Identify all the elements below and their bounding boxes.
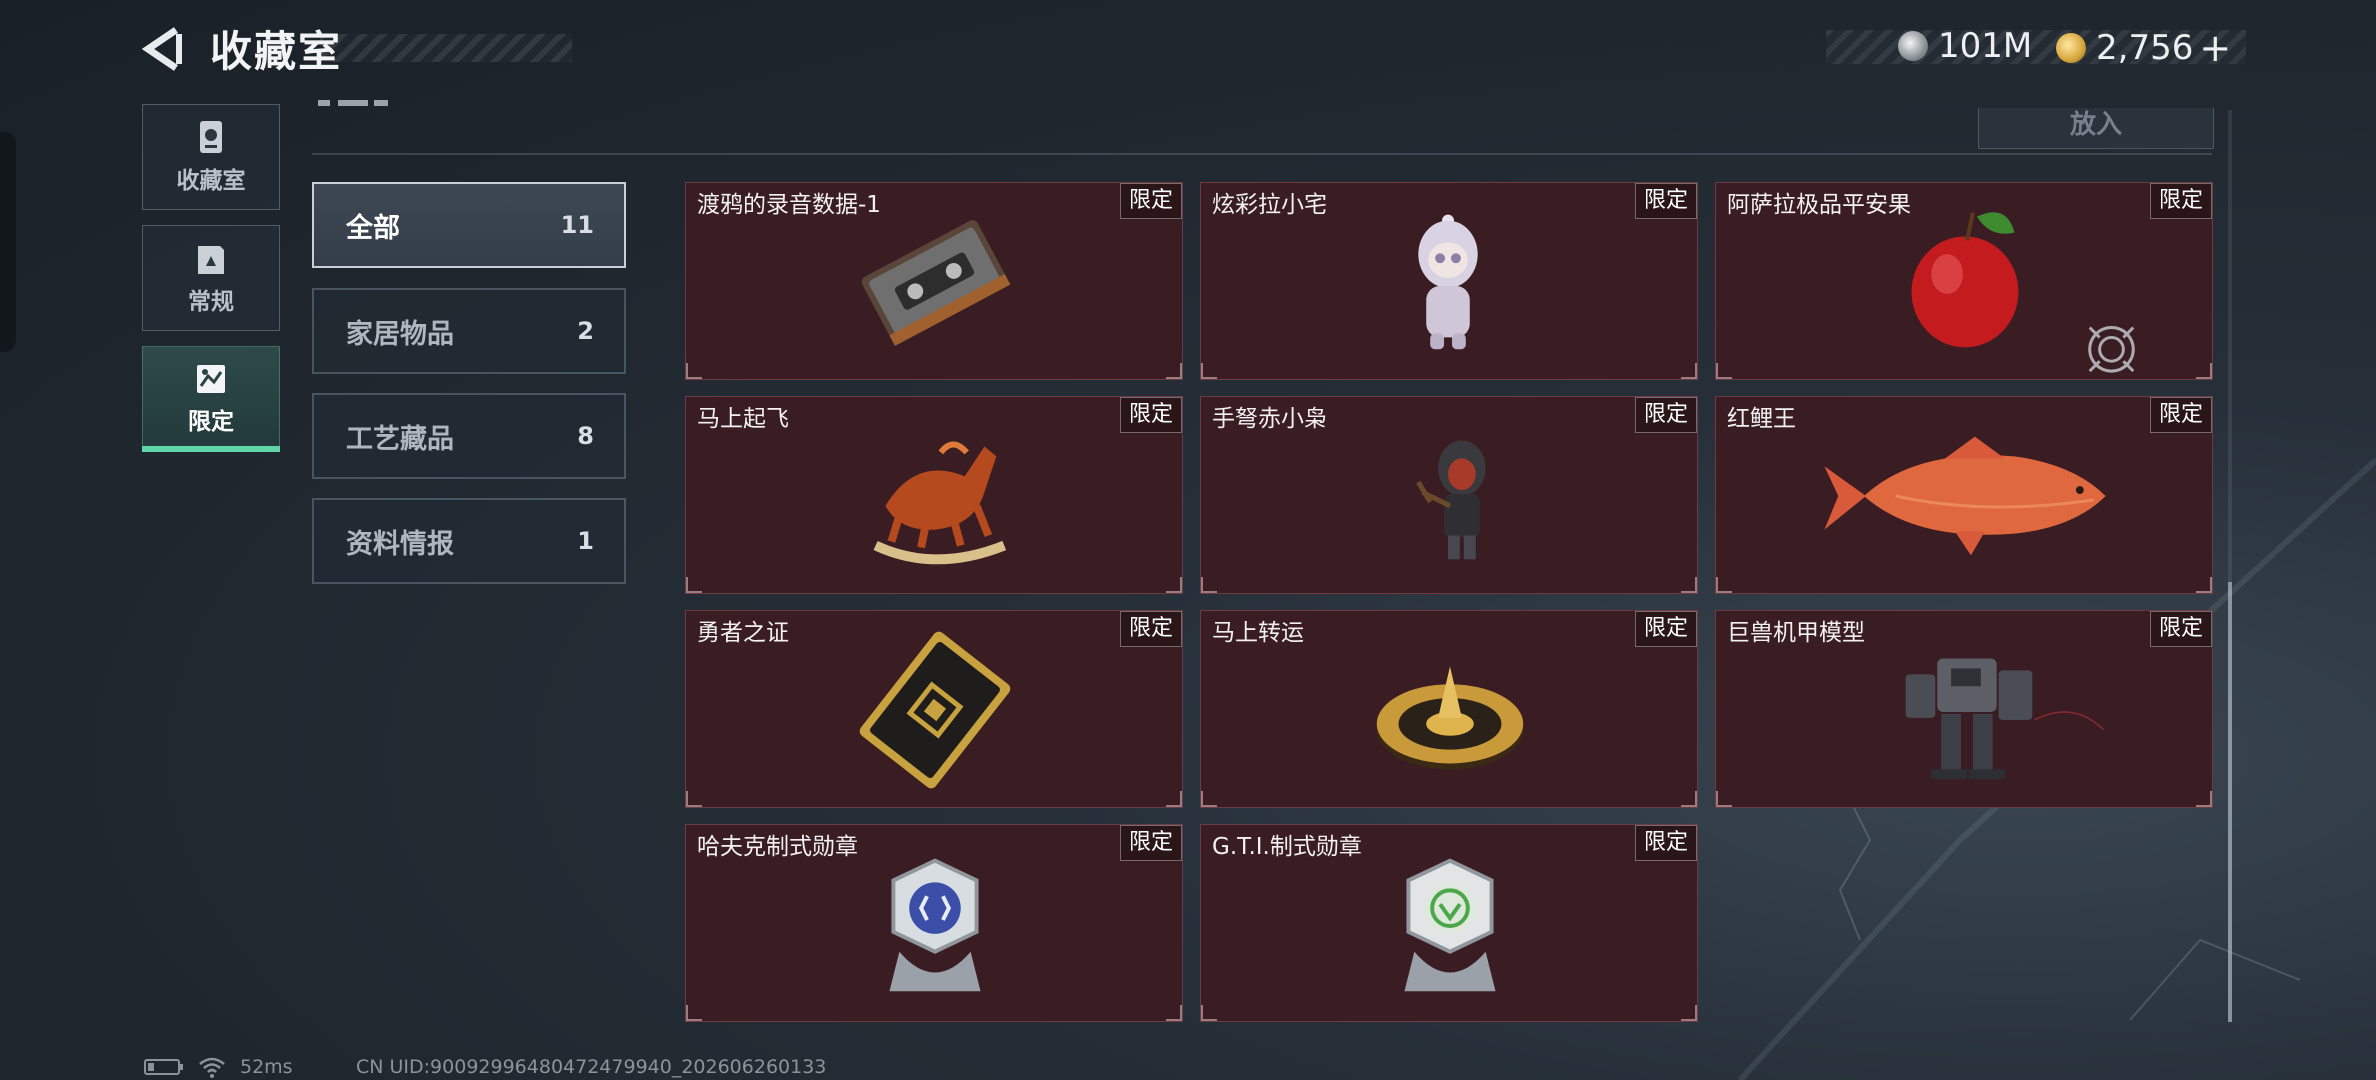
category-count: 1 (577, 527, 594, 555)
collection-item-card[interactable]: 阿萨拉极品平安果 限定 (1715, 182, 2213, 380)
category-intel[interactable]: 资料情报 1 (312, 498, 626, 584)
currency-silver: 101M (1898, 26, 2032, 66)
corner-mark (686, 1005, 702, 1021)
limited-badge: 限定 (1634, 611, 1697, 647)
title-decoration (320, 34, 572, 62)
category-name: 全部 (346, 212, 400, 244)
limited-badge: 限定 (1634, 825, 1697, 861)
rail-tab-limited[interactable]: 限定 (142, 346, 280, 452)
put-in-button[interactable]: 放入 (1978, 108, 2214, 149)
category-name: 工艺藏品 (346, 423, 454, 455)
back-arrow-icon (141, 27, 182, 71)
collection-item-card[interactable]: 马上转运 限定 (1200, 610, 1698, 808)
limited-picture-icon (197, 365, 225, 393)
limited-badge: 限定 (1119, 397, 1182, 433)
battery-icon (144, 1059, 183, 1075)
currency-gold-value: 2,756 (2096, 28, 2194, 68)
regular-book-icon (198, 246, 224, 274)
page-title: 收藏室 (210, 27, 343, 76)
corner-mark (1201, 363, 1217, 379)
item-name: G.T.I.制式勋章 (1212, 834, 1362, 860)
gold-coin-icon (2056, 33, 2086, 63)
category-furniture[interactable]: 家居物品 2 (312, 288, 626, 374)
collection-item-card[interactable]: 渡鸦的录音数据-1 限定 (685, 182, 1183, 380)
collection-item-card[interactable]: 马上起飞 限定 (685, 396, 1183, 594)
rail-tab-label: 收藏室 (176, 168, 246, 194)
edge-handle (0, 132, 16, 352)
collection-item-card[interactable]: 手弩赤小枭 限定 (1200, 396, 1698, 594)
corner-mark (1716, 363, 1732, 379)
corner-mark (1681, 1005, 1697, 1021)
item-name: 马上起飞 (697, 406, 789, 432)
corner-mark (1201, 1005, 1217, 1021)
item-name: 巨兽机甲模型 (1727, 620, 1865, 646)
item-name: 红鲤王 (1727, 406, 1796, 432)
item-name: 哈夫克制式勋章 (697, 834, 858, 860)
collection-item-card[interactable]: G.T.I.制式勋章 限定 (1200, 824, 1698, 1022)
item-name: 手弩赤小枭 (1212, 406, 1327, 432)
corner-mark (1166, 1005, 1182, 1021)
limited-badge: 限定 (1119, 611, 1182, 647)
back-button[interactable] (140, 26, 190, 72)
corner-mark (2196, 577, 2212, 593)
category-crafts[interactable]: 工艺藏品 8 (312, 393, 626, 479)
item-name: 勇者之证 (697, 620, 789, 646)
limited-badge: 限定 (1119, 183, 1182, 219)
scrollbar-thumb[interactable] (2228, 582, 2232, 1022)
add-currency-button[interactable]: + (2199, 26, 2231, 70)
ping-text: 52ms (240, 1056, 293, 1078)
collection-item-card[interactable]: 哈夫克制式勋章 限定 (685, 824, 1183, 1022)
wifi-icon (199, 1057, 225, 1078)
corner-mark (1681, 363, 1697, 379)
item-name: 炫彩拉小宅 (1212, 192, 1327, 218)
rail-tab-collection[interactable]: 收藏室 (142, 104, 280, 210)
status-bar: 52ms (144, 1056, 293, 1078)
corner-mark (1201, 577, 1217, 593)
active-tab-indicator (142, 446, 280, 452)
corner-mark (1166, 577, 1182, 593)
category-count: 11 (560, 211, 594, 239)
item-name: 渡鸦的录音数据-1 (697, 192, 881, 218)
rail-tab-regular[interactable]: 常规 (142, 225, 280, 331)
limited-badge: 限定 (1634, 397, 1697, 433)
item-name: 阿萨拉极品平安果 (1727, 192, 1911, 218)
corner-mark (1681, 577, 1697, 593)
corner-mark (686, 577, 702, 593)
category-all[interactable]: 全部 11 (312, 182, 626, 268)
corner-mark (1716, 791, 1732, 807)
rail-tab-label: 限定 (188, 409, 234, 435)
rail-tab-label: 常规 (188, 289, 234, 315)
collection-room-icon (200, 121, 222, 153)
category-name: 家居物品 (346, 318, 454, 350)
category-count: 8 (577, 422, 594, 450)
corner-mark (2196, 791, 2212, 807)
item-name: 马上转运 (1212, 620, 1304, 646)
silver-coin-icon (1898, 31, 1928, 61)
corner-mark (1716, 577, 1732, 593)
corner-mark (2196, 363, 2212, 379)
limited-badge: 限定 (2149, 183, 2212, 219)
limited-badge: 限定 (1119, 825, 1182, 861)
uid-text: CN UID:9009299648047247994​0_20260626013… (356, 1056, 827, 1078)
currency-gold: 2,756 + (2056, 26, 2231, 70)
category-count: 2 (577, 317, 594, 345)
corner-mark (686, 363, 702, 379)
corner-mark (1201, 791, 1217, 807)
corner-mark (686, 791, 702, 807)
limited-badge: 限定 (1634, 183, 1697, 219)
collection-item-card[interactable]: 炫彩拉小宅 限定 (1200, 182, 1698, 380)
clipped-label-fragment (318, 100, 388, 106)
header-divider (312, 153, 2212, 155)
collection-item-card[interactable]: 红鲤王 限定 (1715, 396, 2213, 594)
limited-badge: 限定 (2149, 397, 2212, 433)
collection-item-card[interactable]: 勇者之证 限定 (685, 610, 1183, 808)
corner-mark (1166, 791, 1182, 807)
limited-badge: 限定 (2149, 611, 2212, 647)
corner-mark (1166, 363, 1182, 379)
currency-silver-value: 101M (1938, 26, 2033, 66)
collection-item-card[interactable]: 巨兽机甲模型 限定 (1715, 610, 2213, 808)
category-name: 资料情报 (346, 528, 454, 560)
corner-mark (1681, 791, 1697, 807)
